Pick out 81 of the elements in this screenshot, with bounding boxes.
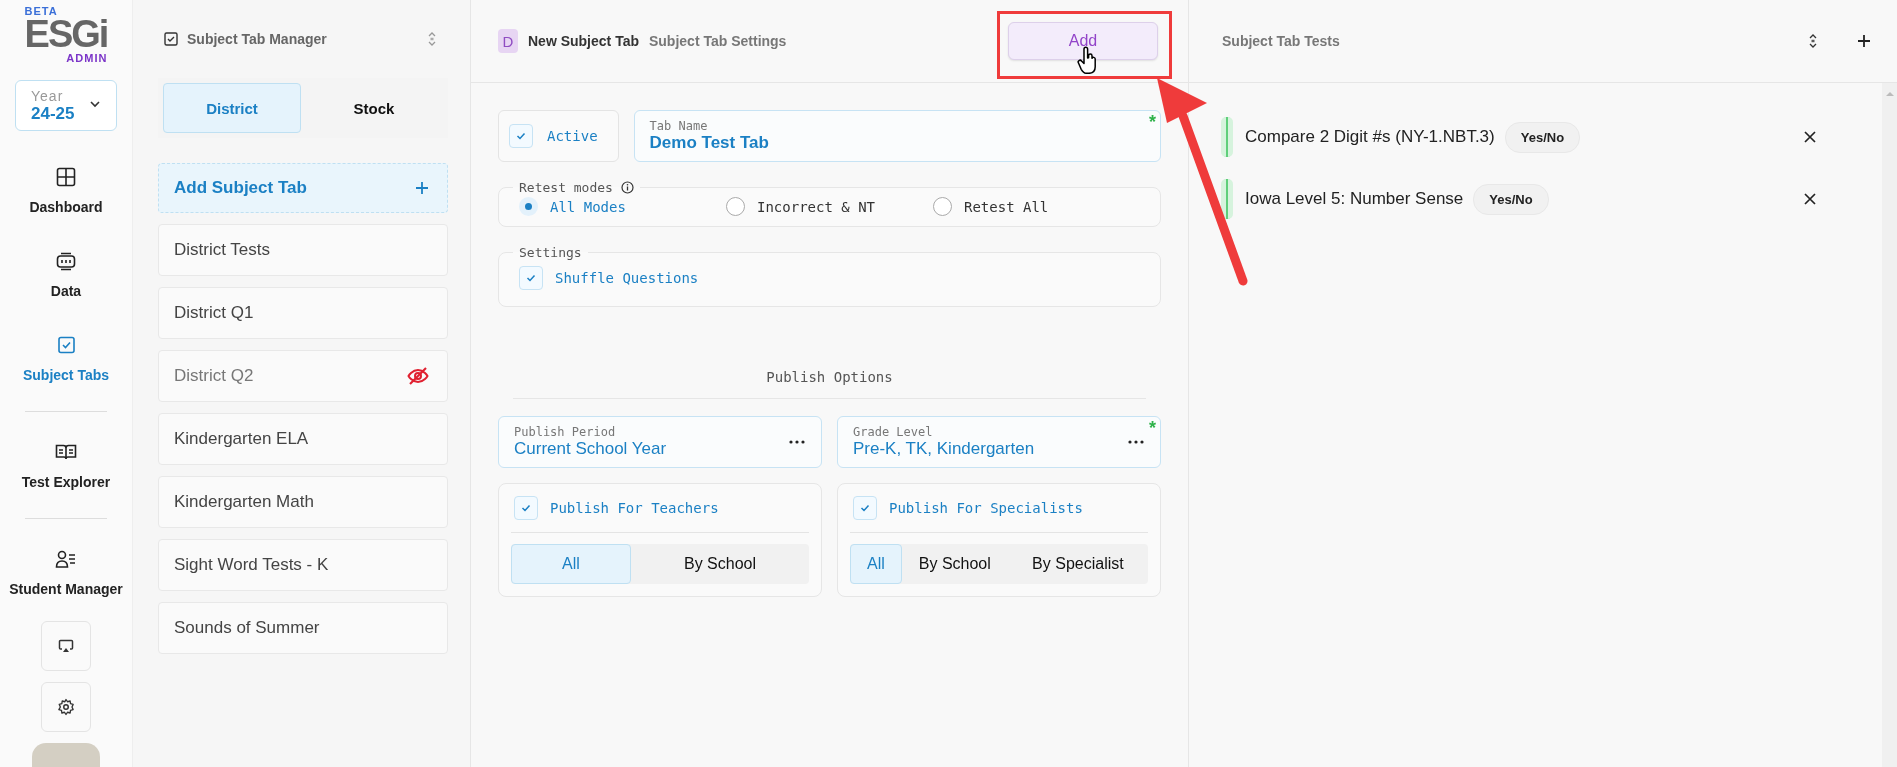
segment-button[interactable]: By Specialist	[1007, 544, 1148, 584]
close-icon[interactable]	[1803, 130, 1817, 144]
subject-tab-item[interactable]: Sounds of Summer	[158, 602, 448, 654]
dropdown-field[interactable]: Publish Period Current School Year	[498, 416, 822, 468]
close-icon[interactable]	[1803, 192, 1817, 206]
panel-title: Subject Tab Manager	[187, 31, 328, 47]
plus-icon	[415, 181, 429, 195]
subject-tab-item[interactable]: District Q2	[158, 350, 448, 402]
grid-icon	[56, 167, 76, 187]
checkbox[interactable]	[509, 124, 533, 148]
section-title: Publish Options	[765, 369, 894, 385]
subject-tab-item[interactable]: Kindergarten ELA	[158, 413, 448, 465]
check-icon	[516, 132, 526, 140]
segment-button[interactable]: By School	[631, 544, 809, 584]
checkbox[interactable]	[514, 496, 538, 520]
panel-title: Subject Tab Settings	[649, 33, 788, 49]
add-button[interactable]: Add	[1008, 22, 1158, 60]
user-list-icon	[55, 549, 77, 569]
drag-handle[interactable]	[1221, 179, 1233, 219]
check-icon	[526, 274, 536, 282]
segment-button[interactable]: All	[850, 544, 902, 584]
checkbox-option[interactable]: Publish For Teachers	[511, 496, 809, 533]
add-icon[interactable]	[1857, 34, 1871, 48]
radio-button[interactable]	[726, 197, 745, 216]
check-icon	[860, 504, 870, 512]
scroll-up-icon[interactable]	[1884, 91, 1895, 97]
year-selector[interactable]: Year 24-25	[15, 80, 117, 131]
screen-icon	[58, 639, 74, 653]
book-icon	[55, 442, 77, 462]
segment-button[interactable]: By School	[901, 544, 1008, 584]
checkbox-option[interactable]: Publish For Specialists	[850, 496, 1148, 533]
nav-item[interactable]: Test Explorer	[21, 474, 111, 490]
panel-title: Subject Tab Tests	[1222, 33, 1341, 49]
screen-button[interactable]	[41, 621, 91, 671]
subject-tab-item[interactable]: District Tests	[158, 224, 448, 276]
test-type-tag: Yes/No	[1473, 183, 1549, 215]
radio-option[interactable]: Incorrect & NT	[726, 197, 933, 216]
tab[interactable]: Stock	[305, 83, 443, 133]
more-icon[interactable]	[789, 440, 805, 444]
logo-name: ESGi	[24, 15, 108, 53]
nav-item[interactable]: Student Manager	[9, 581, 123, 597]
beta-label: BETA	[24, 6, 58, 17]
subject-title: New Subject Tab	[528, 33, 639, 49]
subject-tab-item[interactable]: Kindergarten Math	[158, 476, 448, 528]
logo-subtitle: ADMIN	[66, 53, 108, 64]
settings-button[interactable]	[41, 682, 91, 732]
dropdown-field[interactable]: Grade Level Pre-K, TK, Kindergarten *	[837, 416, 1161, 468]
segment-button[interactable]: All	[511, 544, 631, 584]
avatar[interactable]	[32, 743, 100, 767]
radio-button[interactable]	[933, 197, 952, 216]
nav-item[interactable]: Subject Tabs	[22, 367, 110, 383]
test-name: Compare 2 Digit #s (NY-1.NBT.3)	[1245, 127, 1495, 147]
checkbox[interactable]	[519, 266, 543, 290]
group-label: Retest modes	[519, 180, 613, 195]
settings-icon	[57, 698, 75, 716]
subject-badge: D	[498, 29, 518, 53]
checkbox-icon	[163, 31, 179, 47]
tab[interactable]: District	[163, 83, 301, 133]
radio-option[interactable]: Retest All	[933, 197, 1140, 216]
sort-icon[interactable]	[1809, 33, 1817, 49]
check-icon	[521, 504, 531, 512]
group-label: Settings	[519, 245, 582, 260]
active-checkbox[interactable]: Active	[498, 110, 619, 162]
test-name: Iowa Level 5: Number Sense	[1245, 189, 1464, 209]
subject-tab-item[interactable]: District Q1	[158, 287, 448, 339]
data-icon	[56, 251, 76, 271]
add-subject-tab-button[interactable]: Add Subject Tab	[158, 163, 448, 213]
radio-option[interactable]: All Modes	[519, 197, 726, 216]
checkbox-icon	[56, 335, 76, 355]
subject-tab-item[interactable]: Sight Word Tests - K	[158, 539, 448, 591]
test-type-tag: Yes/No	[1504, 121, 1581, 153]
checkbox-option[interactable]: Shuffle Questions	[519, 262, 1140, 296]
tab-name-field[interactable]: Tab Name Demo Test Tab *	[633, 110, 1161, 162]
hand-cursor-icon	[1077, 46, 1099, 74]
nav-item[interactable]: Data	[50, 283, 82, 299]
checkbox[interactable]	[853, 496, 877, 520]
info-icon	[620, 181, 634, 194]
drag-handle[interactable]	[1221, 117, 1233, 157]
more-icon[interactable]	[1128, 440, 1144, 444]
nav-item[interactable]: Dashboard	[29, 199, 103, 215]
caret-icon	[90, 101, 100, 108]
